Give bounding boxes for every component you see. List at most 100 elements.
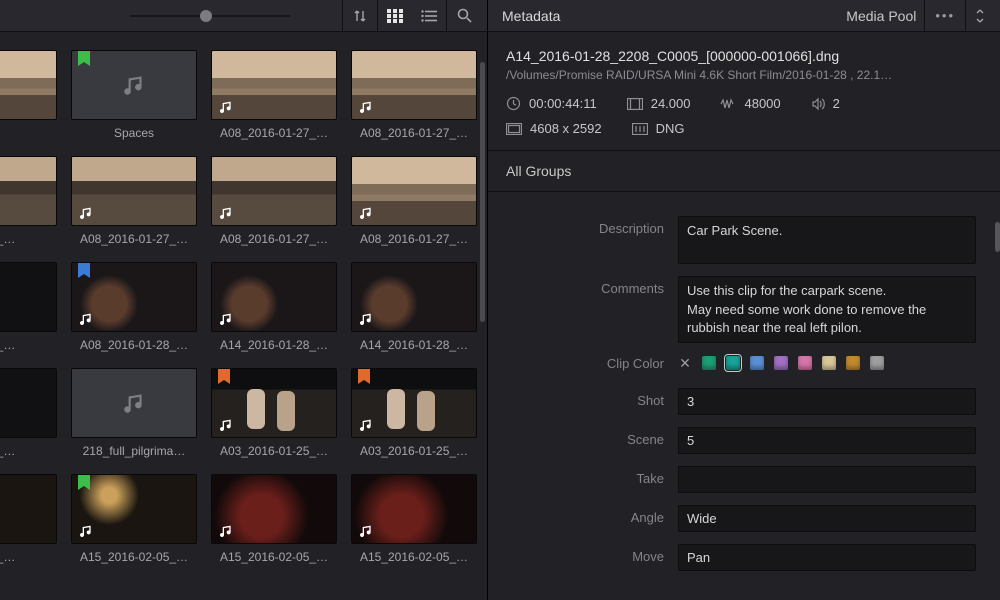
shot-input[interactable] [678, 388, 976, 415]
clip-item[interactable]: ss [0, 50, 59, 140]
audio-badge-icon [218, 99, 234, 115]
angle-label: Angle [488, 505, 678, 525]
clip-item[interactable]: A15_2016-02-05_… [69, 474, 199, 564]
metadata-section-title: All Groups [488, 151, 1000, 192]
description-input[interactable] [678, 216, 976, 264]
clip-path: /Volumes/Promise RAID/URSA Mini 4.6K Sho… [506, 68, 982, 82]
film-icon [627, 98, 643, 110]
clip-item[interactable]: 218_full_pilgrima… [69, 368, 199, 458]
resolution-icon [506, 123, 522, 135]
clip-item[interactable]: 1-28_… [0, 262, 59, 352]
clip-label: A08_2016-01-27_… [360, 232, 468, 246]
fps-field: 24.000 [627, 96, 691, 111]
clip-label: A15_2016-02-05_… [220, 550, 328, 564]
expand-icon[interactable] [966, 0, 994, 32]
clip-color-label: Clip Color [488, 356, 678, 371]
music-icon [121, 72, 147, 98]
clip-item[interactable]: A08_2016-01-27_… [209, 156, 339, 246]
clip-item[interactable]: 1-28_… [0, 368, 59, 458]
clip-label: A08_2016-01-27_… [360, 126, 468, 140]
description-label: Description [488, 216, 678, 236]
clip-label: A14_2016-01-28_… [220, 338, 328, 352]
clip-item[interactable]: A08_2016-01-27_… [349, 50, 479, 140]
speaker-icon [811, 97, 825, 111]
resolution-field: 4608 x 2592 [506, 121, 602, 136]
search-icon[interactable] [447, 0, 481, 32]
codec-icon [632, 123, 648, 135]
audio-badge-icon [358, 311, 374, 327]
clip-item[interactable]: A03_2016-01-25_… [349, 368, 479, 458]
clip-info-block: A14_2016-01-28_2208_C0005_[000000-001066… [488, 32, 1000, 151]
shot-label: Shot [488, 388, 678, 408]
clip-label: 1-28_… [0, 444, 15, 458]
clip-item[interactable]: A08_2016-01-28_… [69, 262, 199, 352]
clip-item[interactable]: Spaces [69, 50, 199, 140]
scene-input[interactable] [678, 427, 976, 454]
clip-item[interactable]: A15_2016-02-05_… [349, 474, 479, 564]
sort-icon[interactable] [343, 0, 377, 32]
comments-label: Comments [488, 276, 678, 296]
media-scrollbar[interactable] [480, 62, 485, 322]
flag-icon [358, 369, 370, 384]
take-input[interactable] [678, 466, 976, 493]
move-label: Move [488, 544, 678, 564]
clip-color-swatch[interactable] [870, 356, 884, 370]
metadata-scrollbar[interactable] [995, 222, 1000, 252]
duration-field: 00:00:44:11 [506, 96, 597, 111]
media-toolbar [0, 0, 487, 32]
clip-item[interactable]: A14_2016-01-28_… [209, 262, 339, 352]
clip-item[interactable]: A08_2016-01-27_… [69, 156, 199, 246]
clock-icon [506, 96, 521, 111]
clip-label: A14_2016-01-28_… [360, 338, 468, 352]
metadata-preset-menu[interactable]: Media Pool [838, 8, 924, 24]
audio-badge-icon [78, 205, 94, 221]
clip-label: A08_2016-01-27_… [220, 126, 328, 140]
audio-badge-icon [218, 205, 234, 221]
more-options-icon[interactable]: ••• [925, 8, 965, 23]
clip-label: Spaces [114, 126, 154, 140]
grid-view-icon[interactable] [378, 0, 412, 32]
audio-rate-field: 48000 [720, 96, 780, 111]
audio-badge-icon [358, 205, 374, 221]
clip-label: A15_2016-02-05_… [80, 550, 188, 564]
audio-badge-icon [78, 523, 94, 539]
audio-badge-icon [78, 311, 94, 327]
list-view-icon[interactable] [412, 0, 446, 32]
metadata-title: Metadata [502, 8, 560, 24]
clip-color-swatch[interactable] [822, 356, 836, 370]
move-input[interactable] [678, 544, 976, 571]
codec-field: DNG [632, 121, 685, 136]
clip-color-swatch[interactable] [726, 356, 740, 370]
clip-label: A08_2016-01-28_… [80, 338, 188, 352]
clip-label: A08_2016-01-27_… [220, 232, 328, 246]
waveform-icon [720, 98, 736, 110]
clip-color-swatch[interactable] [702, 356, 716, 370]
flag-icon [78, 51, 90, 66]
music-icon [121, 390, 147, 416]
audio-badge-icon [218, 523, 234, 539]
audio-badge-icon [218, 417, 234, 433]
clip-item[interactable]: A15_2016-02-05_… [209, 474, 339, 564]
clip-color-swatch[interactable] [774, 356, 788, 370]
clip-color-clear[interactable]: ✕ [678, 355, 692, 372]
angle-input[interactable] [678, 505, 976, 532]
clip-color-swatch[interactable] [846, 356, 860, 370]
clip-label: A03_2016-01-25_… [360, 444, 468, 458]
clip-color-swatch[interactable] [750, 356, 764, 370]
flag-icon [78, 263, 90, 278]
clip-item[interactable]: A03_2016-01-25_… [209, 368, 339, 458]
clip-item[interactable]: A08_2016-01-27_… [349, 156, 479, 246]
clip-item[interactable]: 2-05_… [0, 474, 59, 564]
clip-item[interactable]: A08_2016-01-27_… [209, 50, 339, 140]
clip-item[interactable]: 1-27_… [0, 156, 59, 246]
clip-color-swatch[interactable] [798, 356, 812, 370]
comments-input[interactable] [678, 276, 976, 343]
audio-badge-icon [218, 311, 234, 327]
take-label: Take [488, 466, 678, 486]
clip-label: 1-27_… [0, 232, 15, 246]
clip-filename: A14_2016-01-28_2208_C0005_[000000-001066… [506, 48, 982, 64]
clip-item[interactable]: A14_2016-01-28_… [349, 262, 479, 352]
audio-badge-icon [358, 523, 374, 539]
audio-badge-icon [358, 99, 374, 115]
thumbnail-size-slider[interactable] [130, 15, 290, 17]
